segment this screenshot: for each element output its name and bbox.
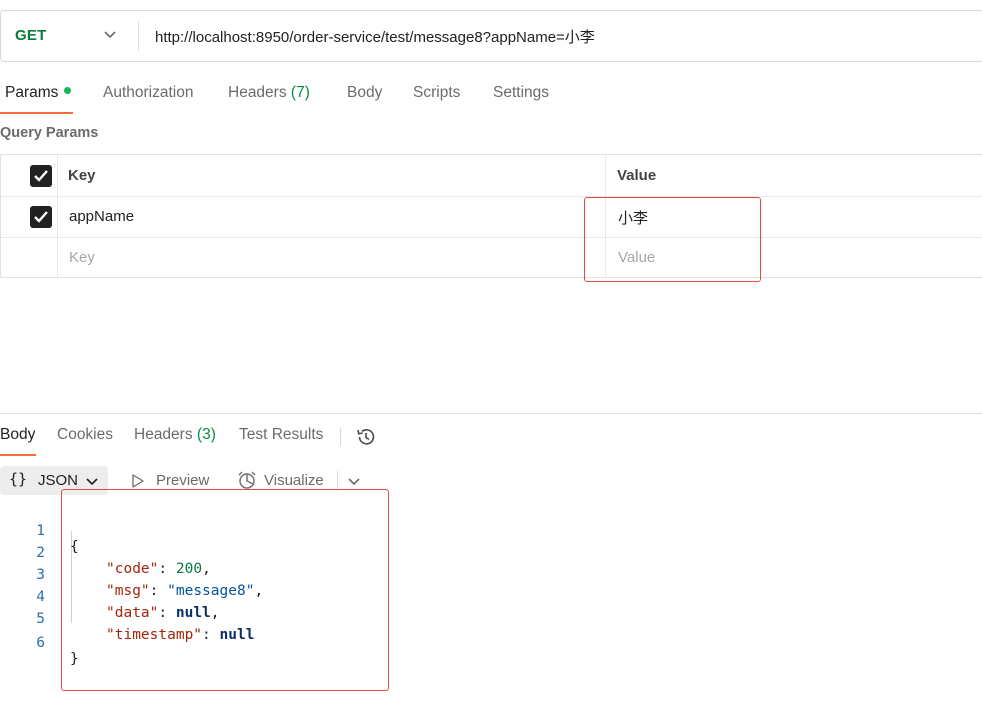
history-icon[interactable] bbox=[355, 426, 377, 448]
tab-params[interactable]: Params bbox=[5, 84, 72, 102]
tab-authorization[interactable]: Authorization bbox=[103, 84, 193, 102]
request-tabs: Params Authorization Headers (7) Body Sc… bbox=[0, 84, 982, 116]
active-tab-underline bbox=[0, 454, 36, 456]
play-icon bbox=[132, 474, 144, 488]
active-tab-underline bbox=[0, 112, 73, 114]
response-tabs: Body Cookies Headers (3) Test Results bbox=[0, 426, 982, 456]
preview-button[interactable]: Preview bbox=[156, 472, 209, 489]
highlight-box bbox=[584, 197, 761, 282]
headers-count: (3) bbox=[196, 426, 216, 443]
method-select[interactable]: GET bbox=[15, 27, 46, 44]
tab-test-results[interactable]: Test Results bbox=[239, 426, 323, 444]
table-header-row: Key Value bbox=[1, 155, 982, 196]
headers-count: (7) bbox=[290, 84, 310, 101]
line-number: 6 bbox=[36, 635, 45, 651]
chevron-down-icon[interactable] bbox=[101, 25, 119, 43]
tab-headers[interactable]: Headers (7) bbox=[228, 84, 310, 102]
tabs-divider bbox=[340, 428, 341, 446]
key-column-header: Key bbox=[68, 167, 96, 184]
chevron-down-icon[interactable] bbox=[346, 473, 362, 489]
select-all-checkbox[interactable] bbox=[30, 165, 52, 187]
param-enabled-checkbox[interactable] bbox=[30, 206, 52, 228]
param-key[interactable]: appName bbox=[69, 208, 134, 225]
format-label: JSON bbox=[38, 472, 79, 489]
tab-label: Headers bbox=[228, 84, 287, 101]
braces-icon: {} bbox=[9, 470, 28, 488]
response-separator bbox=[0, 413, 982, 414]
query-params-title: Query Params bbox=[0, 125, 99, 141]
tab-settings[interactable]: Settings bbox=[493, 84, 549, 102]
table-row: appName 小李 bbox=[1, 196, 982, 237]
params-active-dot bbox=[64, 87, 72, 95]
new-key-input[interactable]: Key bbox=[69, 249, 95, 266]
url-bar: GET http://localhost:8950/order-service/… bbox=[0, 10, 982, 62]
highlight-box bbox=[61, 489, 389, 691]
tab-label: Headers bbox=[134, 426, 193, 443]
url-divider bbox=[138, 21, 139, 51]
tab-response-headers[interactable]: Headers (3) bbox=[134, 426, 216, 444]
visualize-divider bbox=[337, 471, 338, 491]
visualize-button[interactable]: Visualize bbox=[264, 472, 324, 489]
query-params-table: Key Value appName 小李 Key Value bbox=[0, 154, 982, 278]
tab-label: Params bbox=[5, 84, 59, 101]
tab-body[interactable]: Body bbox=[347, 84, 382, 102]
value-column-header: Value bbox=[617, 167, 657, 184]
table-row: Key Value bbox=[1, 237, 982, 278]
chevron-down-icon bbox=[86, 478, 98, 486]
url-input[interactable]: http://localhost:8950/order-service/test… bbox=[155, 26, 595, 47]
tab-cookies[interactable]: Cookies bbox=[57, 426, 113, 444]
tab-scripts[interactable]: Scripts bbox=[413, 84, 460, 102]
tab-response-body[interactable]: Body bbox=[0, 426, 35, 444]
